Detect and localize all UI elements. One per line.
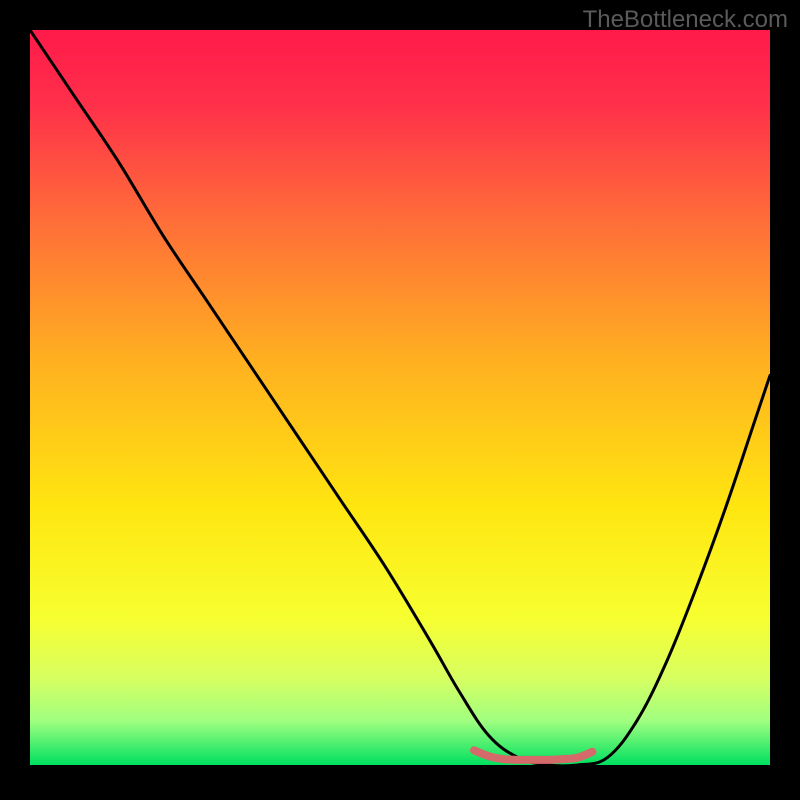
plot-area xyxy=(30,30,770,765)
optimal-range-marker xyxy=(474,750,592,760)
bottleneck-curve xyxy=(30,30,770,765)
plot-frame xyxy=(30,30,770,765)
chart-lines xyxy=(30,30,770,765)
watermark-text: TheBottleneck.com xyxy=(583,6,788,34)
